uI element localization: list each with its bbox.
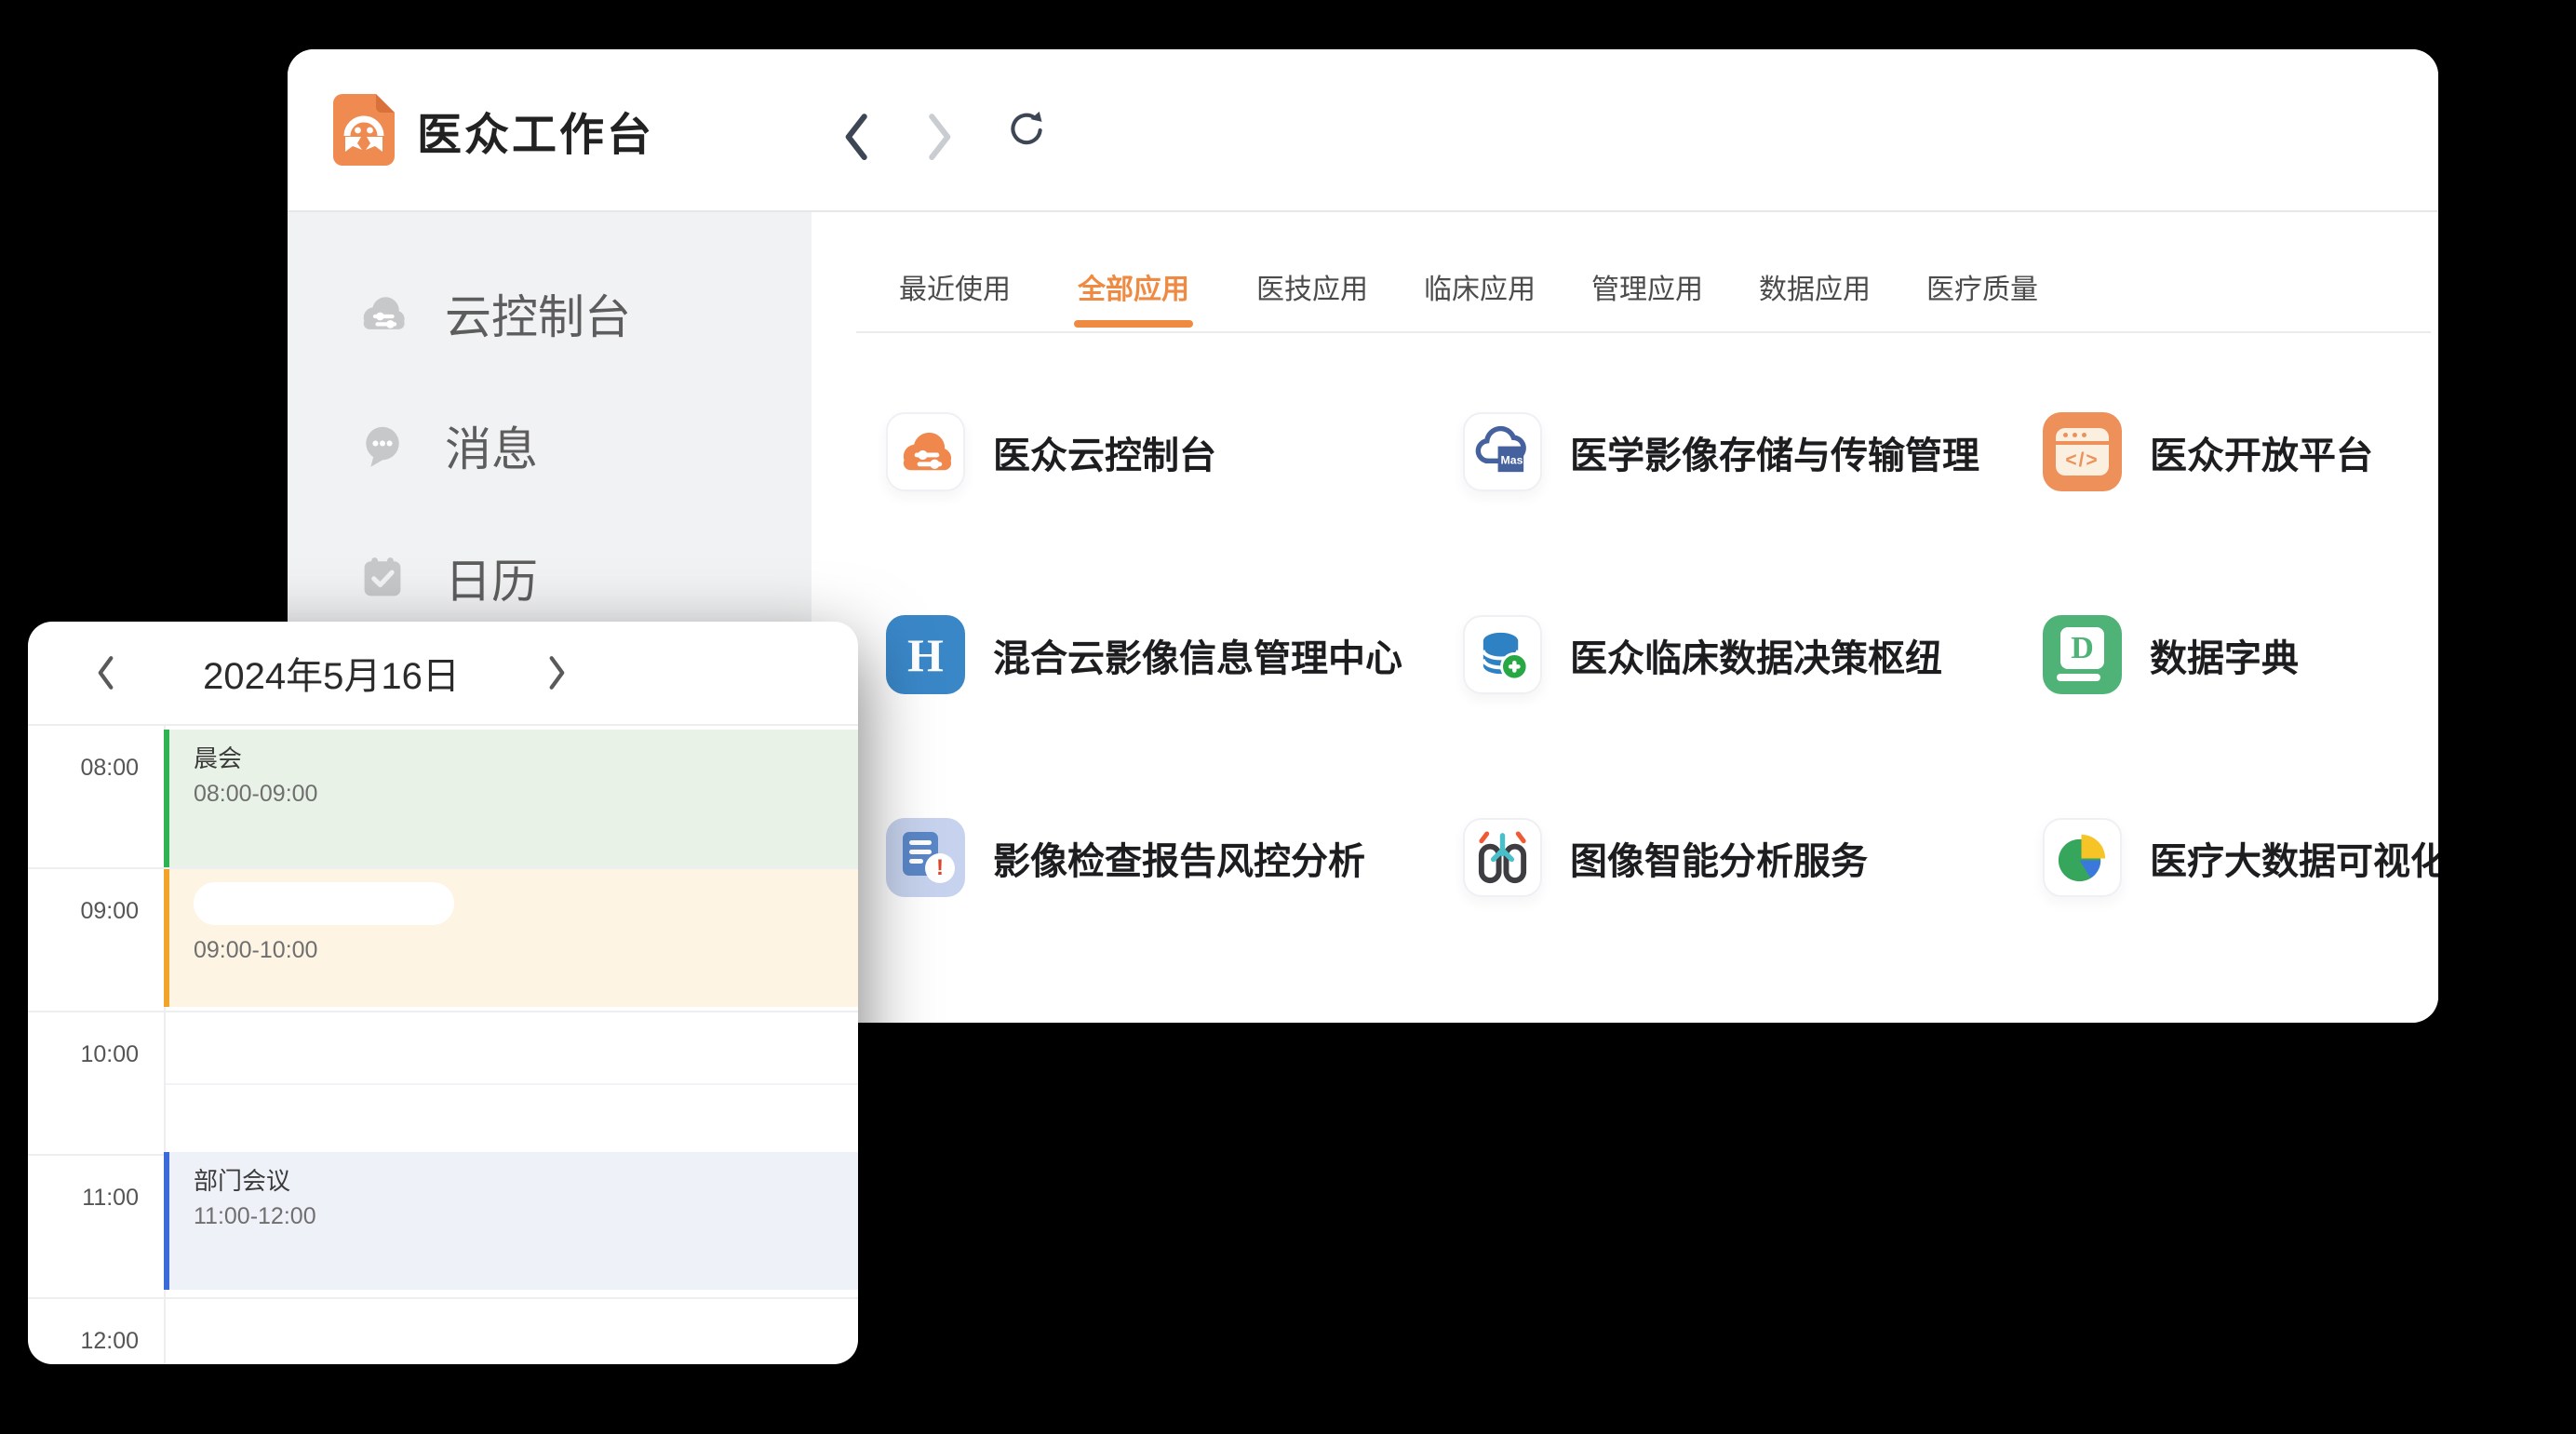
calendar-panel: 2024年5月16日 08:00 09:00 10:00 11:00 12:00 晨会 0… bbox=[28, 622, 858, 1364]
app-title: 医众工作台 bbox=[417, 98, 654, 163]
tab-bar: 最近使用 全部应用 医技应用临床应用管理应用数据应用医疗质量 bbox=[899, 272, 2038, 328]
app-open-platform[interactable]: </> 医众开放平台 bbox=[2043, 412, 2438, 491]
tab-admin-apps[interactable]: 管理应用 bbox=[1591, 272, 1703, 328]
event-time: 09:00-10:00 bbox=[194, 936, 858, 964]
tab-all-apps[interactable]: 全部应用 bbox=[1078, 272, 1189, 328]
event-title-redacted bbox=[194, 882, 454, 925]
app-logo-icon bbox=[333, 94, 395, 166]
tab-clinical-apps[interactable]: 临床应用 bbox=[1424, 272, 1536, 328]
sidebar-item-cloud-console[interactable]: 云控制台 bbox=[288, 267, 812, 360]
hour-label: 10:00 bbox=[28, 1040, 164, 1068]
cloud-settings-icon bbox=[357, 288, 408, 339]
app-label: 数据字典 bbox=[2150, 628, 2299, 682]
hour-label: 09:00 bbox=[28, 897, 164, 925]
app-label: 医众临床数据决策枢纽 bbox=[1570, 628, 1942, 682]
cloud-sliders-icon bbox=[886, 412, 965, 491]
sidebar-item-calendar[interactable]: 日历 bbox=[288, 531, 812, 624]
calendar-event-untitled[interactable]: 09:00-10:00 bbox=[164, 869, 858, 1007]
sidebar-item-label: 日历 bbox=[445, 544, 538, 611]
event-title: 晨会 bbox=[194, 743, 858, 774]
app-cloud-console[interactable]: 医众云控制台 bbox=[886, 412, 1463, 491]
refresh-icon bbox=[1006, 110, 1047, 151]
app-label: 医疗大数据可视化 bbox=[2150, 831, 2438, 885]
database-plus-icon bbox=[1463, 615, 1542, 694]
tab-recent[interactable]: 最近使用 bbox=[899, 272, 1011, 328]
event-time: 08:00-09:00 bbox=[194, 780, 858, 808]
lungs-icon bbox=[1463, 818, 1542, 897]
message-icon bbox=[357, 421, 408, 471]
calendar-hour-row: 12:00 bbox=[28, 1297, 858, 1364]
hour-label: 08:00 bbox=[28, 754, 164, 782]
app-hybrid-cloud-imaging[interactable]: H 混合云影像信息管理中心 bbox=[886, 615, 1463, 694]
app-bigdata-viz[interactable]: 医疗大数据可视化 bbox=[2043, 818, 2438, 897]
chevron-right-icon bbox=[925, 110, 957, 151]
book-d-icon: D bbox=[2043, 615, 2122, 694]
sidebar-item-label: 消息 bbox=[445, 412, 538, 479]
content-area: 最近使用全部应用医技应用临床应用管理应用数据应用医疗质量 医众云控制台 Mas医… bbox=[812, 212, 2438, 1023]
chevron-left-icon bbox=[839, 110, 871, 151]
app-label: 图像智能分析服务 bbox=[1570, 831, 1868, 885]
event-title: 部门会议 bbox=[194, 1165, 858, 1197]
app-label: 医学影像存储与传输管理 bbox=[1570, 425, 1979, 479]
calendar-date: 2024年5月16日 bbox=[131, 646, 531, 700]
calendar-event-green[interactable]: 晨会 08:00-09:00 bbox=[164, 730, 858, 867]
app-label: 影像检查报告风控分析 bbox=[993, 831, 1365, 885]
hour-label: 11:00 bbox=[28, 1184, 164, 1212]
back-button[interactable] bbox=[835, 109, 876, 152]
tab-quality[interactable]: 医疗质量 bbox=[1926, 272, 2038, 328]
tab-data-apps[interactable]: 数据应用 bbox=[1759, 272, 1871, 328]
nav-controls bbox=[835, 109, 1047, 152]
app-grid: 医众云控制台 Mas 医学影像存储与传输管理 </> 医众开放平台 H 混合云影像信息管… bbox=[886, 412, 2438, 897]
chevron-right-icon bbox=[545, 653, 570, 692]
app-image-ai[interactable]: 图像智能分析服务 bbox=[1463, 818, 2043, 897]
app-imaging-storage[interactable]: Mas 医学影像存储与传输管理 bbox=[1463, 412, 2043, 491]
cloud-mas-icon: Mas bbox=[1463, 412, 1542, 491]
calendar-day-grid: 08:0009:0010:0011:0012:00晨会 08:00-09:00 … bbox=[28, 726, 858, 1364]
forward-button[interactable] bbox=[920, 109, 961, 152]
calendar-next-button[interactable] bbox=[531, 647, 584, 699]
calendar-icon bbox=[357, 553, 408, 603]
calendar-prev-button[interactable] bbox=[79, 647, 131, 699]
code-window-icon: </> bbox=[2043, 412, 2122, 491]
report-alert-icon: ! bbox=[886, 818, 965, 897]
calendar-hour-row: 10:00 bbox=[28, 1011, 858, 1154]
app-clinical-data-hub[interactable]: 医众临床数据决策枢纽 bbox=[1463, 615, 2043, 694]
hour-label: 12:00 bbox=[28, 1327, 164, 1355]
event-time: 11:00-12:00 bbox=[194, 1202, 858, 1230]
sidebar-item-messages[interactable]: 消息 bbox=[288, 399, 812, 492]
refresh-button[interactable] bbox=[1006, 109, 1047, 152]
chevron-left-icon bbox=[93, 653, 117, 692]
app-label: 混合云影像信息管理中心 bbox=[993, 628, 1402, 682]
letter-h-icon: H bbox=[886, 615, 965, 694]
tabs-divider bbox=[856, 331, 2431, 333]
window-header: 医众工作台 bbox=[288, 49, 2438, 212]
calendar-header: 2024年5月16日 bbox=[28, 622, 858, 726]
pie-chart-icon bbox=[2043, 818, 2122, 897]
app-label: 医众开放平台 bbox=[2150, 425, 2373, 479]
app-report-risk[interactable]: ! 影像检查报告风控分析 bbox=[886, 818, 1463, 897]
app-data-dictionary[interactable]: D 数据字典 bbox=[2043, 615, 2438, 694]
tab-medtech-apps[interactable]: 医技应用 bbox=[1256, 272, 1368, 328]
calendar-event-blue[interactable]: 部门会议 11:00-12:00 bbox=[164, 1152, 858, 1290]
sidebar-item-label: 云控制台 bbox=[445, 280, 631, 347]
svg-text:Mas: Mas bbox=[1501, 453, 1523, 466]
app-label: 医众云控制台 bbox=[993, 425, 1216, 479]
